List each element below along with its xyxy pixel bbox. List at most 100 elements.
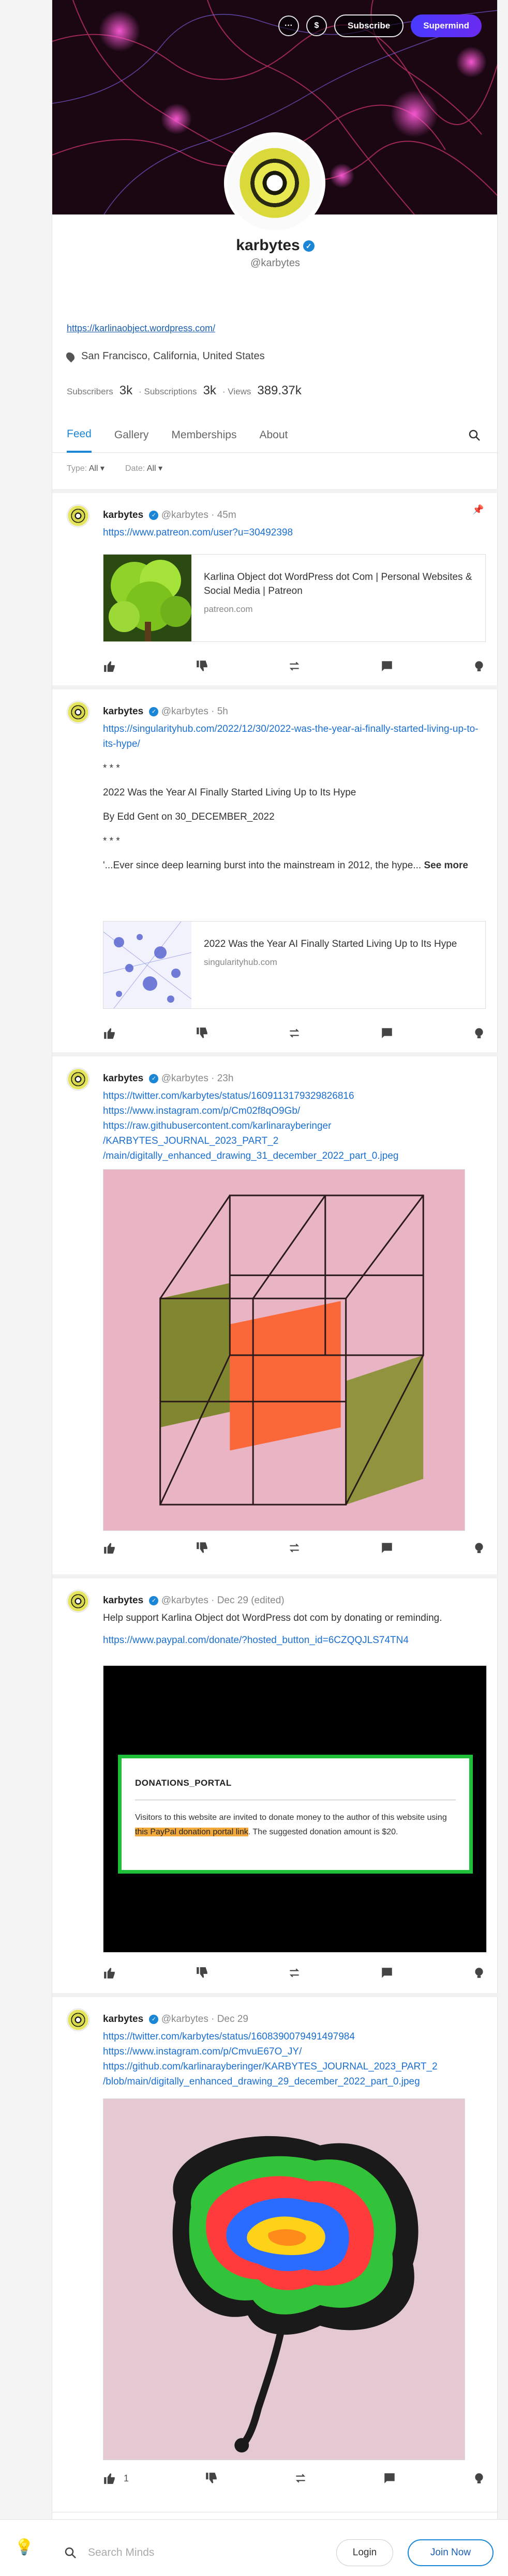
post-body: https://twitter.com/karbytes/status/1609… (103, 1088, 486, 1163)
post-image[interactable]: DONATIONS_PORTAL Visitors to this websit… (103, 1665, 487, 1953)
downvote-button[interactable] (196, 660, 209, 673)
author-avatar[interactable] (67, 1590, 89, 1613)
upvote-button[interactable] (103, 1541, 116, 1555)
subscriptions-count[interactable]: 3k (203, 384, 216, 398)
author-avatar[interactable] (67, 504, 89, 527)
tab-gallery[interactable]: Gallery (114, 418, 149, 453)
views-count: 389.37k (257, 384, 302, 397)
comment-button[interactable] (380, 1026, 394, 1040)
type-filter[interactable]: Type: All ▾ (67, 463, 104, 473)
bottom-bar: 💡 Search Minds Login Join Now (0, 2519, 508, 2576)
post-byline: karbytes ✓ @karbytes · 5h (103, 706, 228, 717)
post-text-byline: By Edd Gent on 30_DECEMBER_2022 (103, 811, 275, 822)
search-minds-bar[interactable]: Search Minds (64, 2547, 154, 2559)
feed-post: karbytes ✓ @karbytes · 45m 📌 https://www… (52, 504, 498, 685)
post-text-separator: * * * (103, 763, 120, 774)
date-filter-value: All ▾ (146, 464, 163, 473)
tab-feed[interactable]: Feed (67, 418, 92, 453)
post-text: Help support Karlina Object dot WordPres… (103, 1613, 442, 1623)
remind-button[interactable] (288, 1026, 301, 1040)
supermind-reply-button[interactable] (472, 2472, 486, 2485)
donation-link: this PayPal donation portal link (135, 1828, 248, 1836)
search-icon[interactable] (468, 429, 481, 441)
post-body: https://twitter.com/karbytes/status/1608… (103, 2029, 486, 2089)
post-link[interactable]: /KARBYTES_JOURNAL_2023_PART_2 (103, 1136, 278, 1146)
profile-website-link[interactable]: https://karlinaobject.wordpress.com/ (67, 323, 215, 334)
author-name[interactable]: karbytes (103, 510, 143, 520)
see-more-link[interactable]: See more (424, 860, 468, 871)
downvote-button[interactable] (205, 2472, 218, 2485)
lightbulb-icon (475, 661, 483, 671)
downvote-button[interactable] (196, 1026, 209, 1040)
subscribe-button[interactable]: Subscribe (334, 14, 404, 37)
post-link[interactable]: https://www.paypal.com/donate/?hosted_bu… (103, 1635, 409, 1646)
donation-text-pre: Visitors to this website are invited to … (135, 1813, 447, 1822)
supermind-button[interactable]: Supermind (411, 14, 482, 37)
thumbs-up-icon (104, 661, 115, 672)
post-link[interactable]: https://twitter.com/karbytes/status/1609… (103, 1091, 354, 1101)
post-image[interactable] (103, 1169, 465, 1531)
post-link[interactable]: https://www.patreon.com/user?u=30492398 (103, 527, 293, 538)
link-card-domain: patreon.com (204, 604, 253, 614)
comment-button[interactable] (380, 660, 394, 673)
author-name[interactable]: karbytes (103, 1595, 143, 1606)
author-name[interactable]: karbytes (103, 706, 143, 717)
remind-button[interactable] (288, 660, 301, 673)
post-image[interactable] (103, 2098, 465, 2460)
profile-avatar[interactable] (224, 132, 325, 234)
more-options-button[interactable]: ··· (278, 16, 299, 36)
post-link[interactable]: /blob/main/digitally_enhanced_drawing_29… (103, 2076, 420, 2087)
downvote-button[interactable] (196, 1541, 209, 1555)
search-minds-placeholder: Search Minds (88, 2547, 155, 2558)
post-link[interactable]: https://twitter.com/karbytes/status/1608… (103, 2031, 355, 2042)
post-link[interactable]: https://www.instagram.com/p/Cm02f8qO9Gb/ (103, 1106, 300, 1116)
link-thumbnail (103, 555, 191, 641)
comment-button[interactable] (380, 1966, 394, 1980)
comment-icon (381, 1028, 392, 1038)
author-avatar[interactable] (67, 701, 89, 724)
tab-memberships[interactable]: Memberships (171, 418, 236, 453)
downvote-button[interactable] (196, 1966, 209, 1980)
repost-icon (289, 1968, 300, 1977)
login-button[interactable]: Login (336, 2539, 393, 2566)
post-link[interactable]: /main/digitally_enhanced_drawing_31_dece… (103, 1151, 398, 1161)
author-name[interactable]: karbytes (103, 1073, 143, 1084)
post-link[interactable]: https://github.com/karlinarayberinger/KA… (103, 2061, 438, 2072)
supermind-reply-button[interactable] (472, 1026, 486, 1040)
thumbs-down-icon (205, 2473, 217, 2483)
post-actions (103, 1966, 486, 1980)
upvote-button[interactable] (103, 660, 116, 673)
author-name[interactable]: karbytes (103, 2014, 143, 2025)
profile-location: San Francisco, California, United States (64, 350, 265, 362)
post-link[interactable]: https://raw.githubusercontent.com/karlin… (103, 1121, 331, 1131)
remind-button[interactable] (294, 2472, 307, 2485)
post-body: Help support Karlina Object dot WordPres… (103, 1611, 486, 1648)
date-filter[interactable]: Date: All ▾ (125, 463, 162, 473)
upvote-button[interactable] (103, 1966, 116, 1980)
upvote-button[interactable]: 1 (103, 2472, 129, 2485)
remind-button[interactable] (288, 1541, 301, 1555)
join-now-button[interactable]: Join Now (408, 2539, 494, 2566)
link-thumbnail (103, 922, 191, 1008)
repost-icon (295, 2474, 306, 2483)
tab-about[interactable]: About (259, 418, 288, 453)
tip-button[interactable]: $ (306, 16, 327, 36)
post-link[interactable]: https://singularityhub.com/2022/12/30/20… (103, 724, 479, 749)
upvote-button[interactable] (103, 1026, 116, 1040)
comment-button[interactable] (380, 1541, 394, 1555)
subscribers-count[interactable]: 3k (119, 384, 132, 398)
lightbulb-logo-icon[interactable]: 💡 (14, 2538, 34, 2556)
post-meta: @karbytes · 45m (161, 510, 236, 520)
author-avatar[interactable] (67, 2008, 89, 2031)
comment-button[interactable] (383, 2472, 396, 2485)
remind-button[interactable] (288, 1966, 301, 1980)
link-preview-card[interactable]: Karlina Object dot WordPress dot Com | P… (103, 554, 486, 642)
comment-icon (381, 1968, 392, 1978)
supermind-reply-button[interactable] (472, 660, 486, 673)
supermind-reply-button[interactable] (472, 1966, 486, 1980)
author-avatar[interactable] (67, 1068, 89, 1091)
link-preview-card[interactable]: 2022 Was the Year AI Finally Started Liv… (103, 921, 486, 1009)
comment-icon (381, 661, 392, 671)
supermind-reply-button[interactable] (472, 1541, 486, 1555)
post-link[interactable]: https://www.instagram.com/p/CmvuE67O_JY/ (103, 2046, 302, 2057)
